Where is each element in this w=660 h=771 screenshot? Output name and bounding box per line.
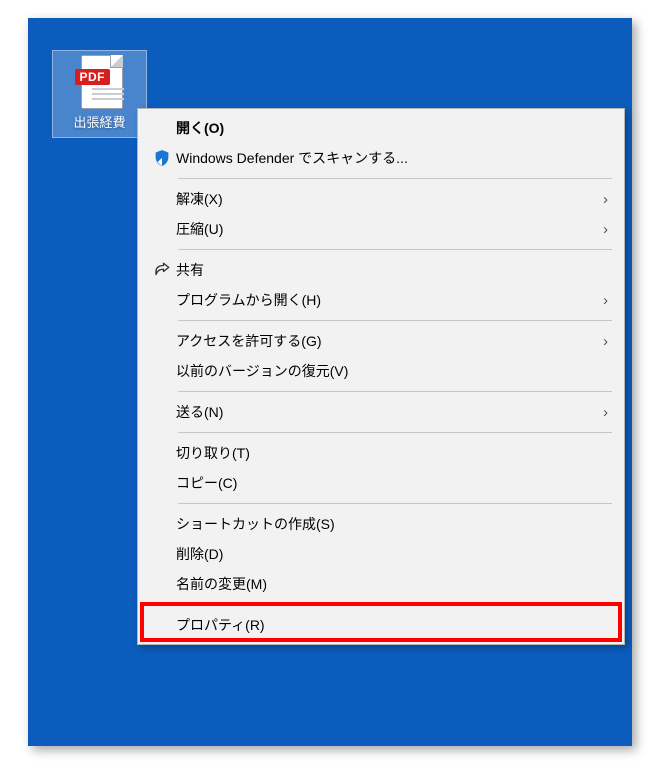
menu-compress[interactable]: 圧縮(U) › [138, 214, 624, 244]
separator [178, 503, 612, 504]
chevron-right-icon: › [594, 221, 608, 238]
separator [178, 604, 612, 605]
menu-cut[interactable]: 切り取り(T) [138, 438, 624, 468]
share-icon [148, 260, 176, 280]
blank-icon [148, 615, 176, 635]
menu-share[interactable]: 共有 [138, 255, 624, 285]
separator [178, 320, 612, 321]
menu-open-with[interactable]: プログラムから開く(H) › [138, 285, 624, 315]
chevron-right-icon: › [594, 333, 608, 350]
menu-rename[interactable]: 名前の変更(M) [138, 569, 624, 599]
blank-icon [148, 189, 176, 209]
menu-defender-scan[interactable]: Windows Defender でスキャンする... [138, 143, 624, 173]
desktop-area: PDF 出張経費 開く(O) Windows Defender でスキャンする.… [28, 18, 632, 746]
blank-icon [148, 544, 176, 564]
chevron-right-icon: › [594, 404, 608, 421]
context-menu: 開く(O) Windows Defender でスキャンする... 解凍(X) … [137, 108, 625, 645]
blank-icon [148, 473, 176, 493]
blank-icon [148, 402, 176, 422]
pdf-badge: PDF [75, 69, 111, 85]
pdf-file-icon[interactable]: PDF 出張経費 [52, 50, 147, 138]
menu-create-shortcut[interactable]: ショートカットの作成(S) [138, 509, 624, 539]
menu-grant-access[interactable]: アクセスを許可する(G) › [138, 326, 624, 356]
separator [178, 391, 612, 392]
blank-icon [148, 331, 176, 351]
chevron-right-icon: › [594, 191, 608, 208]
separator [178, 249, 612, 250]
menu-open[interactable]: 開く(O) [138, 113, 624, 143]
defender-shield-icon [148, 148, 176, 168]
menu-delete[interactable]: 削除(D) [138, 539, 624, 569]
menu-extract[interactable]: 解凍(X) › [138, 184, 624, 214]
blank-icon [148, 574, 176, 594]
blank-icon [148, 443, 176, 463]
menu-restore-previous[interactable]: 以前のバージョンの復元(V) [138, 356, 624, 386]
blank-icon [148, 219, 176, 239]
menu-copy[interactable]: コピー(C) [138, 468, 624, 498]
separator [178, 432, 612, 433]
blank-icon [148, 118, 176, 138]
pdf-document-icon: PDF [75, 55, 125, 111]
menu-send-to[interactable]: 送る(N) › [138, 397, 624, 427]
menu-properties[interactable]: プロパティ(R) [138, 610, 624, 640]
blank-icon [148, 290, 176, 310]
blank-icon [148, 514, 176, 534]
separator [178, 178, 612, 179]
chevron-right-icon: › [594, 292, 608, 309]
file-name-label: 出張経費 [55, 115, 144, 131]
blank-icon [148, 361, 176, 381]
